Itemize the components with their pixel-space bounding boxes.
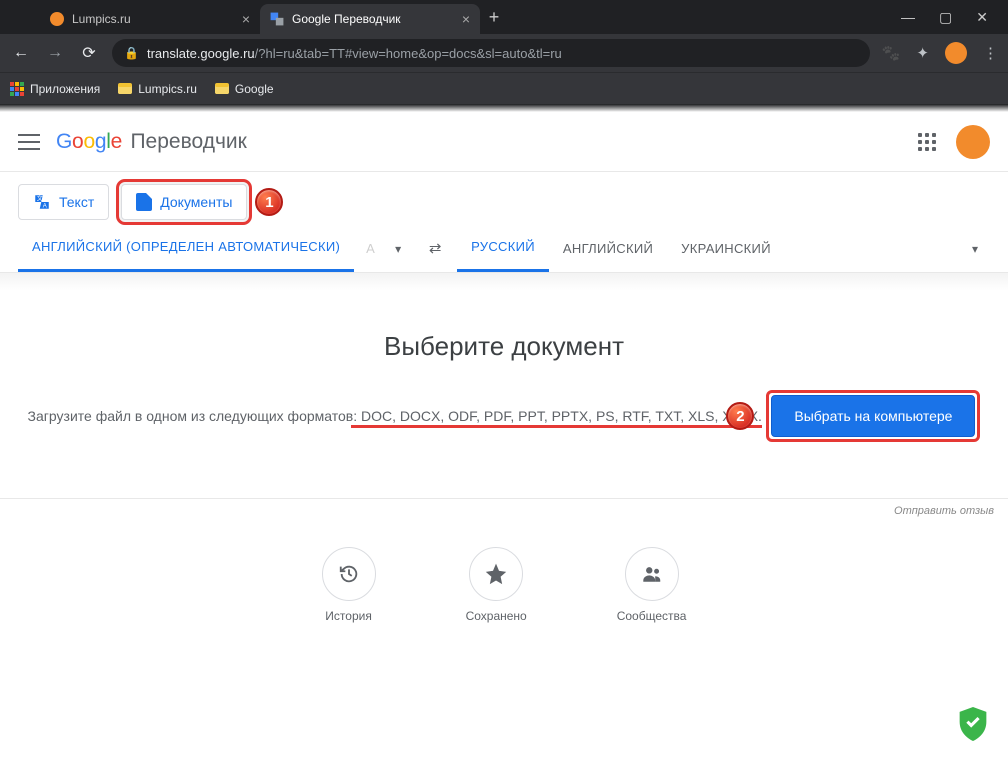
profile-avatar-icon[interactable] xyxy=(945,42,967,64)
mode-tab-label: Текст xyxy=(59,194,94,210)
logo-suffix: Переводчик xyxy=(130,130,246,153)
footer-community[interactable]: Сообщества xyxy=(617,547,687,623)
mode-tab-text[interactable]: 文A Текст xyxy=(18,184,109,220)
apps-grid-icon xyxy=(10,82,24,96)
security-shield-icon[interactable] xyxy=(958,707,988,741)
google-apps-icon[interactable] xyxy=(918,133,936,151)
source-lang-more[interactable] xyxy=(383,241,413,256)
bookmarks-bar: Приложения Lumpics.ru Google xyxy=(0,72,1008,104)
forward-button[interactable]: → xyxy=(44,44,66,62)
maximize-icon[interactable]: ▢ xyxy=(939,9,952,26)
target-lang-option-uk[interactable]: УКРАИНСКИЙ xyxy=(667,224,785,272)
browser-chrome: Lumpics.ru × Google Переводчик × + — ▢ ✕… xyxy=(0,0,1008,104)
bookmark-folder-google[interactable]: Google xyxy=(215,82,274,96)
mode-tab-label: Документы xyxy=(160,194,232,210)
footer: История Сохранено Сообщества xyxy=(0,517,1008,643)
extensions-puzzle-icon[interactable]: ✦ xyxy=(916,44,929,62)
source-lang-faded[interactable]: А xyxy=(358,224,379,272)
annotation-step-2: 2 xyxy=(726,402,754,430)
back-button[interactable]: ← xyxy=(10,44,32,62)
apps-shortcut[interactable]: Приложения xyxy=(10,82,100,96)
lock-icon: 🔒 xyxy=(124,46,139,60)
language-bar: АНГЛИЙСКИЙ (ОПРЕДЕЛЕН АВТОМАТИЧЕСКИ) А ⇄… xyxy=(0,224,1008,272)
tab-title: Lumpics.ru xyxy=(72,12,234,26)
footer-label: История xyxy=(322,609,376,623)
apps-label: Приложения xyxy=(30,82,100,96)
document-area: Выберите документ Загрузите файл в одном… xyxy=(0,291,1008,452)
doc-subtitle: Загрузите файл в одном из следующих форм… xyxy=(28,408,762,424)
language-bar-wrap: АНГЛИЙСКИЙ (ОПРЕДЕЛЕН АВТОМАТИЧЕСКИ) А ⇄… xyxy=(0,224,1008,273)
mode-tab-documents[interactable]: Документы xyxy=(121,184,247,220)
upload-wrap: 2 Выбрать на компьютере xyxy=(766,390,980,442)
toolbar-right: 🐾 ✦ ⋮ xyxy=(882,42,998,64)
annotation-underline xyxy=(351,425,762,428)
address-bar[interactable]: 🔒 translate.google.ru/?hl=ru&tab=TT#view… xyxy=(112,39,870,67)
window-controls: — ▢ ✕ xyxy=(901,9,1002,26)
google-logo-icon: Google xyxy=(56,130,122,153)
separator: Отправить отзыв xyxy=(0,498,1008,517)
bookmark-folder-lumpics[interactable]: Lumpics.ru xyxy=(118,82,197,96)
close-icon[interactable]: ✕ xyxy=(976,9,988,26)
chrome-shadow xyxy=(0,104,1008,112)
kebab-menu-icon[interactable]: ⋮ xyxy=(983,44,998,62)
annotation-step-1: 1 xyxy=(255,188,283,216)
bookmark-label: Google xyxy=(235,82,274,96)
source-lang-detected[interactable]: АНГЛИЙСКИЙ (ОПРЕДЕЛЕН АВТОМАТИЧЕСКИ) xyxy=(18,224,354,272)
extension-icon[interactable]: 🐾 xyxy=(882,44,901,62)
document-icon xyxy=(136,193,152,211)
gradient-fade xyxy=(0,273,1008,291)
toolbar: ← → ⟳ 🔒 translate.google.ru/?hl=ru&tab=T… xyxy=(0,34,1008,72)
svg-text:A: A xyxy=(43,203,47,209)
browse-computer-button[interactable]: Выбрать на компьютере xyxy=(771,395,975,437)
url-text: translate.google.ru/?hl=ru&tab=TT#view=h… xyxy=(147,46,562,61)
footer-saved[interactable]: Сохранено xyxy=(466,547,527,623)
bookmark-label: Lumpics.ru xyxy=(138,82,197,96)
minimize-icon[interactable]: — xyxy=(901,9,915,26)
tab-google-translate[interactable]: Google Переводчик × xyxy=(260,4,480,34)
menu-button[interactable] xyxy=(18,134,40,150)
footer-label: Сохранено xyxy=(466,609,527,623)
app-header: Google Переводчик xyxy=(0,112,1008,172)
reload-button[interactable]: ⟳ xyxy=(78,43,100,63)
star-icon xyxy=(469,547,523,601)
footer-label: Сообщества xyxy=(617,609,687,623)
mode-row: 文A Текст Документы 1 xyxy=(0,172,1008,224)
account-avatar-icon[interactable] xyxy=(956,125,990,159)
footer-history[interactable]: История xyxy=(322,547,376,623)
target-lang-option-en[interactable]: АНГЛИЙСКИЙ xyxy=(549,224,667,272)
annotation-outline: Выбрать на компьютере xyxy=(766,390,980,442)
favicon-orange-disc-icon xyxy=(50,12,64,26)
close-icon[interactable]: × xyxy=(242,11,250,27)
favicon-translate-icon xyxy=(270,12,284,26)
tab-lumpics[interactable]: Lumpics.ru × xyxy=(40,4,260,34)
tab-title: Google Переводчик xyxy=(292,12,454,26)
header-right xyxy=(918,125,990,159)
new-tab-button[interactable]: + xyxy=(480,7,508,28)
target-lang-selected[interactable]: РУССКИЙ xyxy=(457,224,549,272)
target-lang-more[interactable] xyxy=(960,241,990,256)
close-icon[interactable]: × xyxy=(462,11,470,27)
history-icon xyxy=(322,547,376,601)
google-translate-logo[interactable]: Google Переводчик xyxy=(56,130,247,154)
translate-icon: 文A xyxy=(33,193,51,211)
doc-title: Выберите документ xyxy=(20,331,988,362)
doc-formats: DOC, DOCX, ODF, PDF, PPT, PPTX, PS, RTF,… xyxy=(361,408,762,424)
people-icon xyxy=(625,547,679,601)
swap-languages-button[interactable]: ⇄ xyxy=(417,239,453,257)
doc-subtitle-prefix: Загрузите файл в одном из следующих форм… xyxy=(28,408,361,424)
send-feedback-link[interactable]: Отправить отзыв xyxy=(0,499,1008,517)
tab-strip: Lumpics.ru × Google Переводчик × + — ▢ ✕ xyxy=(0,0,1008,34)
